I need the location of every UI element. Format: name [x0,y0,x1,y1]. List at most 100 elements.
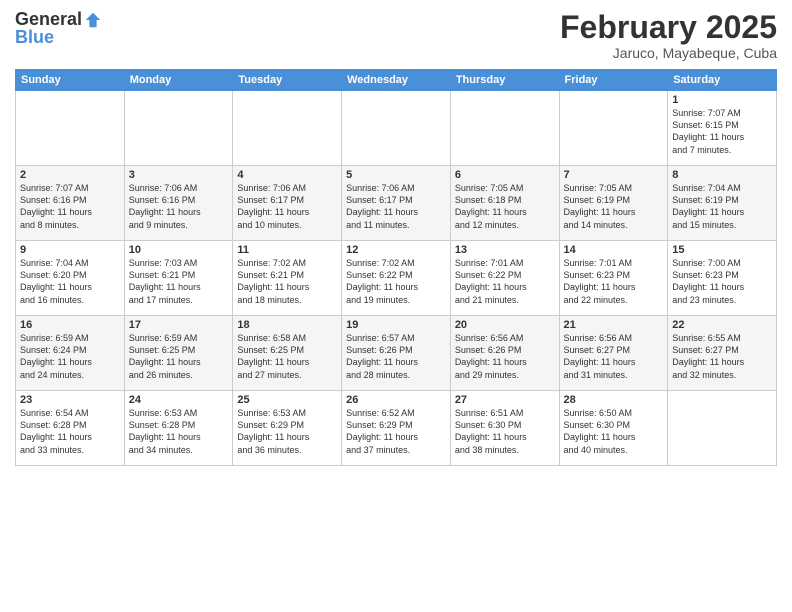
day-info: Sunrise: 7:01 AM Sunset: 6:22 PM Dayligh… [455,257,555,306]
day-number: 2 [20,169,120,181]
table-row [16,91,125,166]
day-number: 6 [455,169,555,181]
day-info: Sunrise: 7:05 AM Sunset: 6:18 PM Dayligh… [455,182,555,231]
col-sunday: Sunday [16,70,125,91]
table-row: 6Sunrise: 7:05 AM Sunset: 6:18 PM Daylig… [450,166,559,241]
logo: General Blue [15,10,102,48]
col-monday: Monday [124,70,233,91]
table-row: 28Sunrise: 6:50 AM Sunset: 6:30 PM Dayli… [559,391,668,466]
table-row [342,91,451,166]
table-row [124,91,233,166]
table-row: 19Sunrise: 6:57 AM Sunset: 6:26 PM Dayli… [342,316,451,391]
day-number: 24 [129,394,229,406]
day-info: Sunrise: 6:55 AM Sunset: 6:27 PM Dayligh… [672,332,772,381]
table-row: 7Sunrise: 7:05 AM Sunset: 6:19 PM Daylig… [559,166,668,241]
table-row: 23Sunrise: 6:54 AM Sunset: 6:28 PM Dayli… [16,391,125,466]
table-row: 11Sunrise: 7:02 AM Sunset: 6:21 PM Dayli… [233,241,342,316]
table-row: 4Sunrise: 7:06 AM Sunset: 6:17 PM Daylig… [233,166,342,241]
calendar-week-row: 1Sunrise: 7:07 AM Sunset: 6:15 PM Daylig… [16,91,777,166]
logo-icon [84,11,102,29]
calendar-week-row: 2Sunrise: 7:07 AM Sunset: 6:16 PM Daylig… [16,166,777,241]
day-number: 14 [564,244,664,256]
day-info: Sunrise: 7:04 AM Sunset: 6:19 PM Dayligh… [672,182,772,231]
day-info: Sunrise: 6:53 AM Sunset: 6:28 PM Dayligh… [129,407,229,456]
table-row: 1Sunrise: 7:07 AM Sunset: 6:15 PM Daylig… [668,91,777,166]
table-row: 3Sunrise: 7:06 AM Sunset: 6:16 PM Daylig… [124,166,233,241]
day-number: 20 [455,319,555,331]
day-info: Sunrise: 6:58 AM Sunset: 6:25 PM Dayligh… [237,332,337,381]
header: General Blue February 2025 Jaruco, Mayab… [15,10,777,61]
location-title: Jaruco, Mayabeque, Cuba [560,45,777,61]
day-number: 7 [564,169,664,181]
table-row [450,91,559,166]
title-block: February 2025 Jaruco, Mayabeque, Cuba [560,10,777,61]
table-row: 25Sunrise: 6:53 AM Sunset: 6:29 PM Dayli… [233,391,342,466]
day-info: Sunrise: 6:51 AM Sunset: 6:30 PM Dayligh… [455,407,555,456]
day-info: Sunrise: 6:56 AM Sunset: 6:26 PM Dayligh… [455,332,555,381]
day-info: Sunrise: 6:52 AM Sunset: 6:29 PM Dayligh… [346,407,446,456]
day-number: 27 [455,394,555,406]
day-info: Sunrise: 7:07 AM Sunset: 6:16 PM Dayligh… [20,182,120,231]
day-number: 26 [346,394,446,406]
day-number: 18 [237,319,337,331]
day-number: 5 [346,169,446,181]
table-row: 9Sunrise: 7:04 AM Sunset: 6:20 PM Daylig… [16,241,125,316]
day-number: 17 [129,319,229,331]
day-number: 12 [346,244,446,256]
day-number: 23 [20,394,120,406]
day-number: 9 [20,244,120,256]
day-number: 11 [237,244,337,256]
day-number: 10 [129,244,229,256]
table-row: 12Sunrise: 7:02 AM Sunset: 6:22 PM Dayli… [342,241,451,316]
day-number: 19 [346,319,446,331]
day-info: Sunrise: 7:02 AM Sunset: 6:21 PM Dayligh… [237,257,337,306]
day-info: Sunrise: 7:06 AM Sunset: 6:16 PM Dayligh… [129,182,229,231]
col-wednesday: Wednesday [342,70,451,91]
table-row: 2Sunrise: 7:07 AM Sunset: 6:16 PM Daylig… [16,166,125,241]
day-number: 4 [237,169,337,181]
day-number: 28 [564,394,664,406]
day-info: Sunrise: 6:53 AM Sunset: 6:29 PM Dayligh… [237,407,337,456]
day-number: 8 [672,169,772,181]
day-number: 16 [20,319,120,331]
day-info: Sunrise: 6:54 AM Sunset: 6:28 PM Dayligh… [20,407,120,456]
logo-blue: Blue [15,28,102,48]
page: General Blue February 2025 Jaruco, Mayab… [0,0,792,612]
day-info: Sunrise: 7:04 AM Sunset: 6:20 PM Dayligh… [20,257,120,306]
table-row: 21Sunrise: 6:56 AM Sunset: 6:27 PM Dayli… [559,316,668,391]
day-info: Sunrise: 7:03 AM Sunset: 6:21 PM Dayligh… [129,257,229,306]
calendar-header-row: Sunday Monday Tuesday Wednesday Thursday… [16,70,777,91]
day-info: Sunrise: 7:07 AM Sunset: 6:15 PM Dayligh… [672,107,772,156]
table-row: 8Sunrise: 7:04 AM Sunset: 6:19 PM Daylig… [668,166,777,241]
day-number: 13 [455,244,555,256]
table-row: 22Sunrise: 6:55 AM Sunset: 6:27 PM Dayli… [668,316,777,391]
table-row: 18Sunrise: 6:58 AM Sunset: 6:25 PM Dayli… [233,316,342,391]
table-row: 13Sunrise: 7:01 AM Sunset: 6:22 PM Dayli… [450,241,559,316]
calendar-week-row: 9Sunrise: 7:04 AM Sunset: 6:20 PM Daylig… [16,241,777,316]
table-row [233,91,342,166]
day-number: 15 [672,244,772,256]
day-number: 1 [672,94,772,106]
table-row: 26Sunrise: 6:52 AM Sunset: 6:29 PM Dayli… [342,391,451,466]
day-info: Sunrise: 7:00 AM Sunset: 6:23 PM Dayligh… [672,257,772,306]
table-row: 20Sunrise: 6:56 AM Sunset: 6:26 PM Dayli… [450,316,559,391]
table-row: 5Sunrise: 7:06 AM Sunset: 6:17 PM Daylig… [342,166,451,241]
day-info: Sunrise: 6:59 AM Sunset: 6:25 PM Dayligh… [129,332,229,381]
table-row: 17Sunrise: 6:59 AM Sunset: 6:25 PM Dayli… [124,316,233,391]
day-info: Sunrise: 6:59 AM Sunset: 6:24 PM Dayligh… [20,332,120,381]
table-row: 16Sunrise: 6:59 AM Sunset: 6:24 PM Dayli… [16,316,125,391]
day-number: 22 [672,319,772,331]
day-info: Sunrise: 7:02 AM Sunset: 6:22 PM Dayligh… [346,257,446,306]
calendar: Sunday Monday Tuesday Wednesday Thursday… [15,69,777,466]
calendar-week-row: 16Sunrise: 6:59 AM Sunset: 6:24 PM Dayli… [16,316,777,391]
day-info: Sunrise: 6:50 AM Sunset: 6:30 PM Dayligh… [564,407,664,456]
day-number: 25 [237,394,337,406]
day-number: 3 [129,169,229,181]
day-info: Sunrise: 7:05 AM Sunset: 6:19 PM Dayligh… [564,182,664,231]
col-thursday: Thursday [450,70,559,91]
table-row: 27Sunrise: 6:51 AM Sunset: 6:30 PM Dayli… [450,391,559,466]
day-info: Sunrise: 7:06 AM Sunset: 6:17 PM Dayligh… [237,182,337,231]
day-info: Sunrise: 6:56 AM Sunset: 6:27 PM Dayligh… [564,332,664,381]
day-info: Sunrise: 7:01 AM Sunset: 6:23 PM Dayligh… [564,257,664,306]
day-info: Sunrise: 6:57 AM Sunset: 6:26 PM Dayligh… [346,332,446,381]
